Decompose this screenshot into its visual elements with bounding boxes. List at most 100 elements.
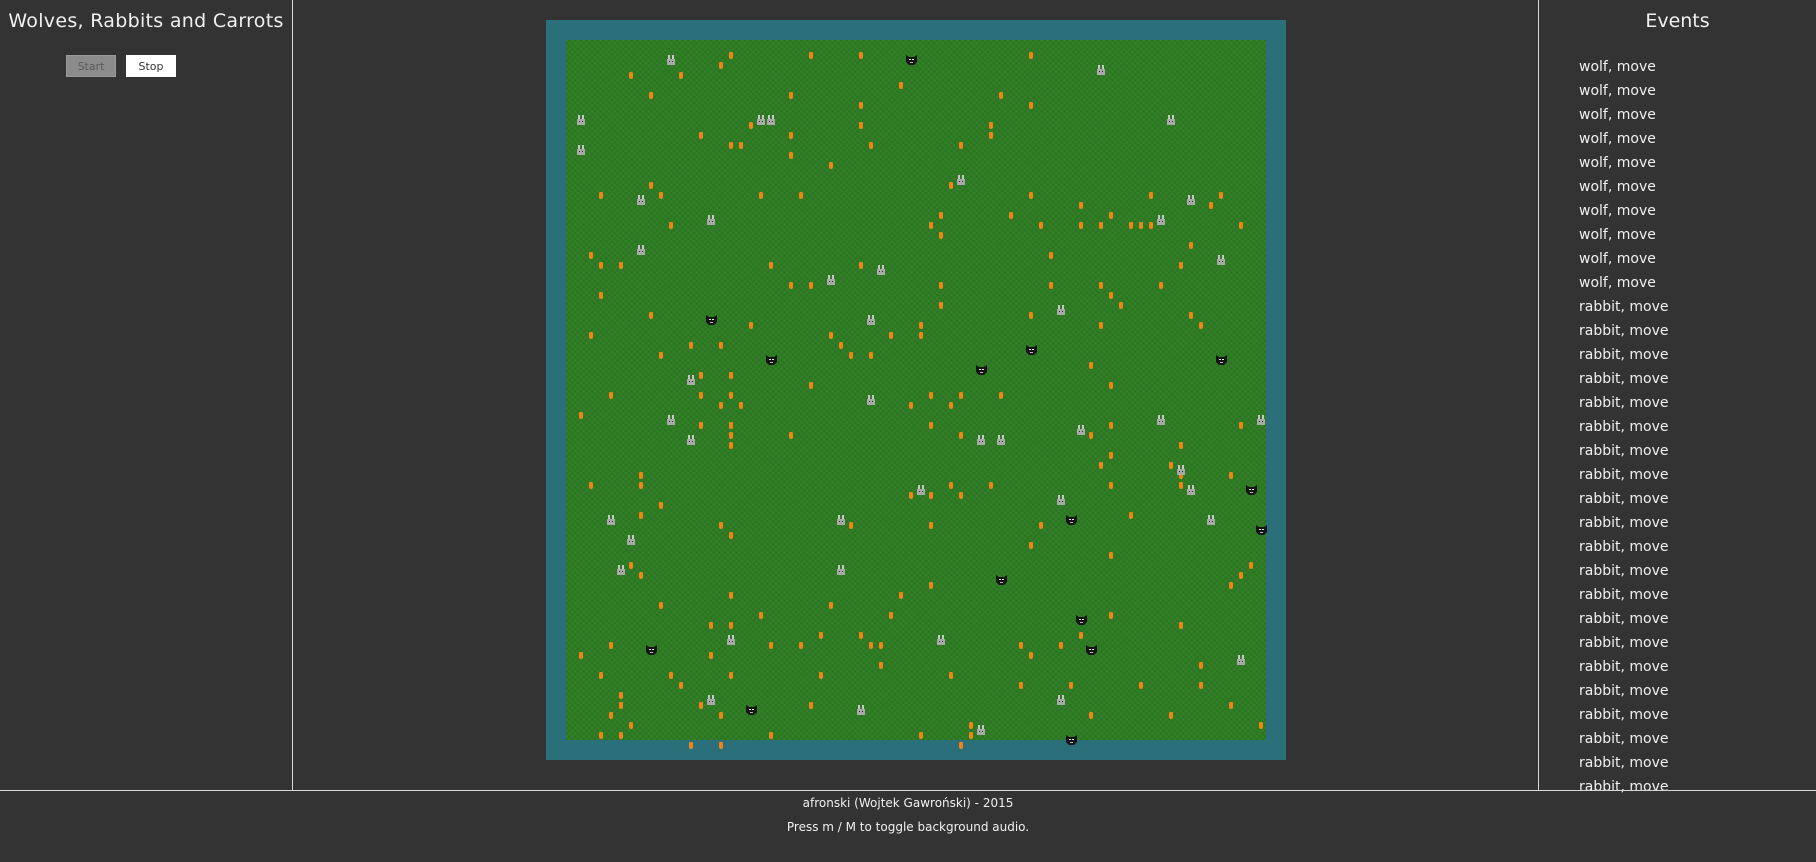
carrot-icon: [729, 622, 733, 629]
carrot-icon: [749, 122, 753, 129]
carrot-icon: [809, 52, 813, 59]
carrot-icon: [1159, 282, 1163, 289]
carrot-icon: [669, 672, 673, 679]
carrot-icon: [639, 482, 643, 489]
carrot-icon: [1079, 202, 1083, 209]
carrot-icon: [1169, 712, 1173, 719]
carrot-icon: [1089, 362, 1093, 369]
carrot-icon: [939, 232, 943, 239]
event-item: rabbit, move: [1579, 515, 1669, 531]
carrot-icon: [619, 732, 623, 739]
start-button[interactable]: Start: [66, 55, 116, 77]
carrot-icon: [1049, 252, 1053, 259]
carrot-icon: [739, 402, 743, 409]
carrot-icon: [1239, 222, 1243, 229]
carrot-icon: [639, 572, 643, 579]
app-title: Wolves, Rabbits and Carrots: [8, 10, 284, 32]
carrot-icon: [859, 262, 863, 269]
rabbit-icon: [666, 50, 676, 65]
rabbit-icon: [1256, 410, 1266, 425]
carrot-icon: [1229, 472, 1233, 479]
carrot-icon: [929, 492, 933, 499]
carrot-icon: [919, 332, 923, 339]
board-area: [293, 0, 1538, 790]
carrot-icon: [1109, 482, 1113, 489]
carrot-icon: [1149, 222, 1153, 229]
carrot-icon: [859, 102, 863, 109]
event-item: rabbit, move: [1579, 347, 1669, 363]
carrot-icon: [1129, 512, 1133, 519]
carrot-icon: [699, 422, 703, 429]
event-item: rabbit, move: [1579, 683, 1669, 699]
rabbit-icon: [1056, 300, 1066, 315]
carrot-icon: [719, 712, 723, 719]
carrot-icon: [909, 492, 913, 499]
carrot-icon: [1069, 682, 1073, 689]
carrot-icon: [949, 402, 953, 409]
carrot-icon: [1239, 572, 1243, 579]
carrot-icon: [629, 562, 633, 569]
carrot-icon: [659, 502, 663, 509]
carrot-icon: [1029, 652, 1033, 659]
rabbit-icon: [666, 410, 676, 425]
wolf-icon: [706, 310, 717, 325]
carrot-icon: [669, 222, 673, 229]
carrot-icon: [1029, 312, 1033, 319]
wolf-icon: [646, 640, 657, 655]
event-item: rabbit, move: [1579, 395, 1669, 411]
carrot-icon: [689, 342, 693, 349]
carrot-icon: [609, 642, 613, 649]
carrot-icon: [729, 392, 733, 399]
carrot-icon: [789, 92, 793, 99]
rabbit-icon: [976, 430, 986, 445]
carrot-icon: [929, 522, 933, 529]
rabbit-icon: [1056, 690, 1066, 705]
carrot-icon: [639, 512, 643, 519]
carrot-icon: [999, 392, 1003, 399]
carrot-icon: [1109, 422, 1113, 429]
event-item: rabbit, move: [1579, 563, 1669, 579]
event-item: rabbit, move: [1579, 539, 1669, 555]
event-item: rabbit, move: [1579, 587, 1669, 603]
carrot-icon: [1029, 102, 1033, 109]
carrot-icon: [599, 672, 603, 679]
rabbit-icon: [826, 270, 836, 285]
stop-button[interactable]: Stop: [126, 55, 176, 77]
carrot-icon: [879, 662, 883, 669]
carrot-icon: [699, 132, 703, 139]
carrot-icon: [659, 602, 663, 609]
carrot-icon: [1009, 212, 1013, 219]
carrot-icon: [729, 442, 733, 449]
carrot-icon: [619, 702, 623, 709]
carrot-icon: [839, 342, 843, 349]
carrot-icon: [789, 152, 793, 159]
carrot-icon: [819, 632, 823, 639]
carrot-icon: [829, 332, 833, 339]
carrot-icon: [919, 322, 923, 329]
carrot-icon: [619, 262, 623, 269]
wolf-icon: [1076, 610, 1087, 625]
rabbit-icon: [616, 560, 626, 575]
carrot-icon: [889, 612, 893, 619]
carrot-icon: [589, 482, 593, 489]
carrot-icon: [1219, 192, 1223, 199]
carrot-icon: [959, 392, 963, 399]
carrot-icon: [1109, 292, 1113, 299]
carrot-icon: [709, 652, 713, 659]
wolf-icon: [1026, 340, 1037, 355]
carrot-icon: [989, 482, 993, 489]
carrot-icon: [1109, 212, 1113, 219]
carrot-icon: [799, 642, 803, 649]
carrot-icon: [589, 252, 593, 259]
rabbit-icon: [626, 530, 636, 545]
carrot-icon: [1109, 552, 1113, 559]
carrot-icon: [649, 182, 653, 189]
event-item: wolf, move: [1579, 179, 1656, 195]
wolf-icon: [976, 360, 987, 375]
carrot-icon: [619, 692, 623, 699]
rabbit-icon: [606, 510, 616, 525]
carrot-icon: [1089, 712, 1093, 719]
carrot-icon: [699, 372, 703, 379]
carrot-icon: [729, 142, 733, 149]
carrot-icon: [959, 492, 963, 499]
